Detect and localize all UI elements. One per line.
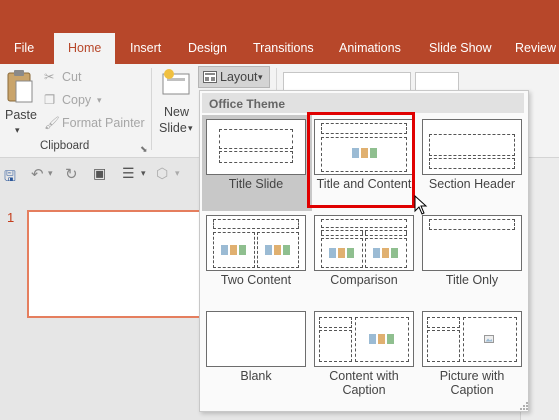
- layout-comparison[interactable]: Comparison: [310, 211, 420, 307]
- layout-thumbnail: [422, 311, 522, 367]
- clipboard-group-label: Clipboard: [40, 140, 90, 152]
- layout-title-slide[interactable]: Title Slide: [202, 115, 312, 211]
- shapes-icon[interactable]: ⬡: [156, 165, 168, 182]
- format-painter-button[interactable]: 🖌 Format Painter: [44, 116, 145, 132]
- new-slide-dropdown-arrow[interactable]: ▾: [188, 121, 193, 136]
- layout-two-content[interactable]: Two Content: [202, 211, 312, 307]
- scissors-icon: ✂: [44, 70, 55, 84]
- layout-label: Two Content: [220, 273, 292, 287]
- slide-thumbnail[interactable]: [27, 210, 207, 318]
- paste-dropdown-arrow[interactable]: ▾: [15, 123, 20, 138]
- layout-thumbnail: [314, 215, 414, 271]
- tab-slide-show[interactable]: Slide Show: [429, 40, 492, 56]
- paste-label: Paste: [5, 108, 37, 122]
- resize-grip-icon[interactable]: [519, 401, 529, 411]
- clipboard-dialog-launcher-icon[interactable]: ⬊: [140, 142, 148, 157]
- paste-icon: [7, 70, 33, 103]
- new-slide-label-line2: Slide: [159, 121, 187, 135]
- tab-home[interactable]: Home: [54, 33, 116, 64]
- layout-thumbnail: [206, 311, 306, 367]
- tab-animations[interactable]: Animations: [339, 40, 401, 56]
- copy-label: Copy: [62, 93, 92, 107]
- layout-label: Layout: [220, 70, 258, 84]
- copy-button[interactable]: ❐ Copy ▾: [44, 93, 108, 109]
- layout-label: Picture with Caption: [439, 369, 505, 397]
- layout-content-with-caption[interactable]: Content with Caption: [310, 307, 420, 403]
- layout-picture-with-caption[interactable]: Picture with Caption: [418, 307, 528, 403]
- layout-thumbnail: [314, 311, 414, 367]
- cut-button[interactable]: ✂ Cut: [44, 70, 88, 86]
- new-slide-icon: [162, 69, 190, 95]
- tab-file[interactable]: File: [14, 40, 34, 56]
- tab-transitions[interactable]: Transitions: [253, 40, 314, 56]
- slide-thumbnail-pane: 1: [0, 190, 207, 420]
- cut-label: Cut: [62, 70, 82, 84]
- layout-thumbnail: [422, 119, 522, 175]
- layout-dropdown-arrow: ▾: [258, 72, 263, 82]
- content-placeholder-icon: [329, 248, 354, 258]
- undo-icon[interactable]: ↶: [31, 165, 44, 183]
- format-painter-icon: 🖌: [44, 116, 60, 130]
- tab-review[interactable]: Review: [515, 40, 556, 56]
- format-painter-label: Format Painter: [62, 116, 145, 130]
- new-slide-button[interactable]: New Slide ▾: [158, 68, 196, 138]
- layout-thumbnail: [206, 215, 306, 271]
- undo-dropdown-arrow[interactable]: ▾: [48, 168, 53, 179]
- layout-blank[interactable]: Blank: [202, 307, 312, 403]
- slide-number: 1: [7, 210, 15, 225]
- layout-section-header[interactable]: Section Header: [418, 115, 528, 211]
- new-slide-label-line1: New: [164, 105, 190, 119]
- copy-dropdown-arrow[interactable]: ▾: [97, 93, 102, 108]
- highlight-box: [307, 112, 415, 208]
- mouse-cursor-icon: [414, 195, 428, 215]
- group-separator: [151, 68, 152, 150]
- start-from-beginning-icon[interactable]: ▣: [93, 165, 106, 182]
- content-placeholder-icon: [373, 248, 398, 258]
- layout-thumbnail: [422, 215, 522, 271]
- layout-label: Blank: [240, 369, 272, 383]
- copy-icon: ❐: [44, 93, 56, 107]
- tab-insert[interactable]: Insert: [130, 40, 161, 56]
- layout-label: Comparison: [330, 273, 398, 287]
- paste-button[interactable]: Paste ▾: [3, 68, 37, 138]
- content-placeholder-icon: [369, 334, 394, 344]
- shapes-dropdown-arrow[interactable]: ▾: [175, 168, 180, 179]
- content-placeholder-icon: [265, 245, 290, 255]
- save-icon[interactable]: 🖫: [4, 166, 16, 190]
- content-placeholder-icon: [221, 245, 246, 255]
- layout-icon: [203, 71, 217, 83]
- touch-mode-icon[interactable]: ☰: [122, 165, 135, 182]
- gallery-header: Office Theme: [202, 93, 524, 113]
- ribbon-tab-bar: File Home Insert Design Transitions Anim…: [0, 0, 559, 64]
- layout-label: Title Only: [445, 273, 499, 287]
- layout-label: Section Header: [428, 177, 516, 191]
- tab-design[interactable]: Design: [188, 40, 227, 56]
- layout-label: Title Slide: [228, 177, 284, 191]
- layout-thumbnail: [206, 119, 306, 175]
- quick-access-toolbar: 🖫 ↶ ▾ ↻ ▣ ☰ ▾ ⬡ ▾: [0, 158, 200, 190]
- touch-mode-dropdown-arrow[interactable]: ▾: [141, 168, 146, 179]
- redo-icon[interactable]: ↻: [65, 165, 78, 183]
- layout-title-only[interactable]: Title Only: [418, 211, 528, 307]
- layout-label: Content with Caption: [329, 369, 399, 397]
- picture-placeholder-icon: [484, 335, 494, 343]
- layout-button[interactable]: Layout ▾: [198, 66, 270, 88]
